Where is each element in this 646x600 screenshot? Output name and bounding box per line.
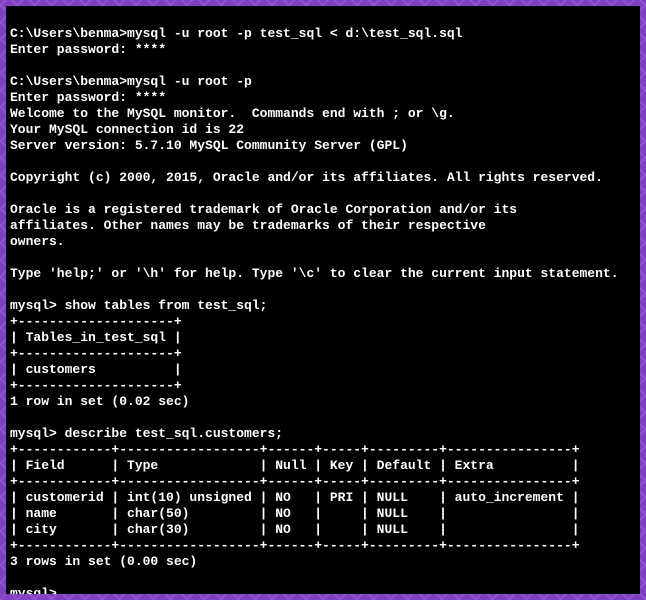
table1-border: +--------------------+ <box>10 378 182 393</box>
trademark-line-2: affiliates. Other names may be trademark… <box>10 218 486 233</box>
password-line-1: Enter password: **** <box>10 42 166 57</box>
connection-id-line: Your MySQL connection id is 22 <box>10 122 244 137</box>
shell-prompt-2: C:\Users\benma>mysql -u root -p <box>10 74 252 89</box>
table2-border: +------------+------------------+------+… <box>10 474 580 489</box>
server-version-line: Server version: 5.7.10 MySQL Community S… <box>10 138 408 153</box>
table2-row: | city | char(30) | NO | | NULL | | <box>10 522 580 537</box>
table1-row: | customers | <box>10 362 182 377</box>
terminal[interactable]: C:\Users\benma>mysql -u root -p test_sql… <box>6 6 640 594</box>
shell-prompt-1: C:\Users\benma>mysql -u root -p test_sql… <box>10 26 463 41</box>
table2-row: | name | char(50) | NO | | NULL | | <box>10 506 580 521</box>
table2-result: 3 rows in set (0.00 sec) <box>10 554 197 569</box>
table1-result: 1 row in set (0.02 sec) <box>10 394 189 409</box>
copyright-line: Copyright (c) 2000, 2015, Oracle and/or … <box>10 170 603 185</box>
table2-border: +------------+------------------+------+… <box>10 538 580 553</box>
password-line-2: Enter password: **** <box>10 90 166 105</box>
table1-border: +--------------------+ <box>10 346 182 361</box>
table2-border: +------------+------------------+------+… <box>10 442 580 457</box>
table2-row: | customerid | int(10) unsigned | NO | P… <box>10 490 580 505</box>
help-line: Type 'help;' or '\h' for help. Type '\c'… <box>10 266 619 281</box>
table1-header: | Tables_in_test_sql | <box>10 330 182 345</box>
trademark-line-1: Oracle is a registered trademark of Orac… <box>10 202 517 217</box>
table2-header: | Field | Type | Null | Key | Default | … <box>10 458 580 473</box>
trademark-line-3: owners. <box>10 234 65 249</box>
table1-border: +--------------------+ <box>10 314 182 329</box>
mysql-prompt-cmd-1: mysql> show tables from test_sql; <box>10 298 267 313</box>
welcome-line: Welcome to the MySQL monitor. Commands e… <box>10 106 455 121</box>
mysql-prompt-final[interactable]: mysql> <box>10 586 57 594</box>
mysql-prompt-cmd-2: mysql> describe test_sql.customers; <box>10 426 283 441</box>
